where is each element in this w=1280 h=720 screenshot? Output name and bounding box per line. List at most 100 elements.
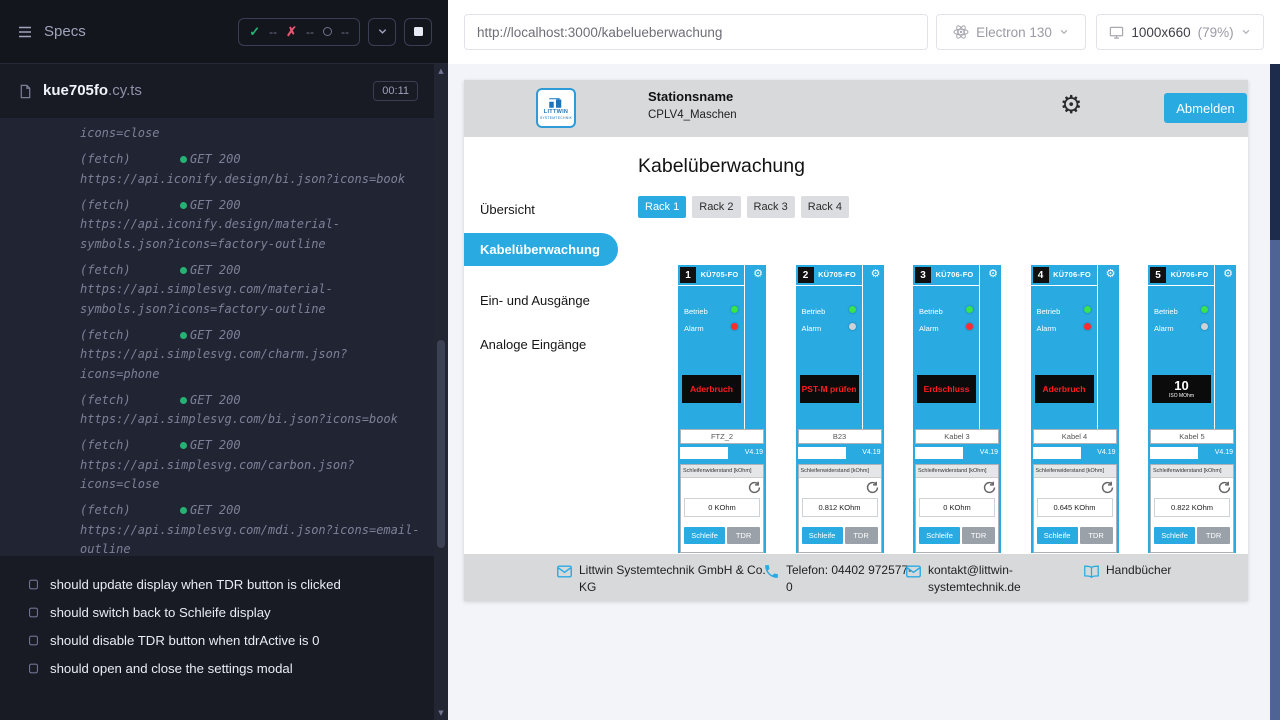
card-number-badge: 2	[798, 267, 814, 283]
schleife-button[interactable]: Schleife	[802, 527, 843, 544]
cable-name-field[interactable]: Kabel 5	[1150, 429, 1234, 444]
success-dot-icon	[180, 156, 187, 163]
refresh-icon[interactable]	[1218, 481, 1231, 494]
tdr-button[interactable]: TDR	[1080, 527, 1113, 544]
schleife-button[interactable]: Schleife	[684, 527, 725, 544]
refresh-icon[interactable]	[866, 481, 879, 494]
viewport-size: 1000x660	[1131, 25, 1190, 40]
cable-name-field[interactable]: Kabel 4	[1033, 429, 1117, 444]
rack-tab[interactable]: Rack 2	[692, 196, 740, 218]
log-entry[interactable]: (fetch)GET 200 https://api.iconify.desig…	[80, 150, 434, 189]
test-item[interactable]: should open and close the settings modal	[0, 654, 434, 682]
measurement-value: 0.645 KOhm	[1037, 498, 1113, 517]
card-divider-vertical	[1214, 265, 1215, 429]
window-scrollbar-thumb[interactable]	[1270, 64, 1280, 240]
measure-buttons: Schleife TDR	[919, 527, 995, 544]
electron-icon	[953, 24, 969, 40]
card-model-label: KÜ705-FO	[696, 270, 743, 279]
cable-name-field[interactable]: FTZ_2	[680, 429, 764, 444]
browser-select[interactable]: Electron 130	[936, 14, 1086, 50]
measurement-label: Schleifenwiderstand [kOhm]	[799, 465, 881, 478]
card-settings-gear-icon[interactable]: ⚙	[753, 268, 763, 279]
alarm-label: Alarm	[1154, 324, 1174, 333]
book-icon	[1083, 563, 1100, 580]
tdr-button[interactable]: TDR	[1197, 527, 1230, 544]
measurement-value: 0.822 KOhm	[1154, 498, 1230, 517]
schleife-button[interactable]: Schleife	[1154, 527, 1195, 544]
schleife-button[interactable]: Schleife	[1037, 527, 1078, 544]
log-entry[interactable]: (fetch)GET 200 https://api.simplesvg.com…	[80, 436, 434, 495]
spec-row: kue705fo.cy.ts 00:11	[0, 64, 434, 118]
scrollbar-down-arrow[interactable]: ▼	[434, 706, 448, 720]
failed-x-icon: ✗	[286, 24, 297, 40]
firmware-version: V4.19	[862, 449, 880, 456]
firmware-version: V4.19	[1215, 449, 1233, 456]
test-item[interactable]: should disable TDR button when tdrActive…	[0, 626, 434, 654]
rack-tab[interactable]: Rack 4	[801, 196, 849, 218]
stop-run-button[interactable]	[404, 18, 432, 46]
runner-header: Specs ✓ -- ✗ -- --	[0, 0, 448, 64]
scrollbar-thumb[interactable]	[437, 340, 445, 548]
alarm-led	[966, 323, 973, 330]
chevron-down-icon	[1059, 27, 1069, 37]
aut-toolbar: Electron 130 1000x660 (79%)	[448, 0, 1280, 64]
card-divider-vertical	[979, 265, 980, 429]
viewport-zoom: (79%)	[1198, 25, 1234, 40]
footer-contact-text: Handbücher	[1106, 562, 1171, 579]
spec-timer: 00:11	[373, 81, 418, 101]
test-item[interactable]: should switch back to Schleife display	[0, 598, 434, 626]
pending-count: --	[341, 25, 349, 39]
log-prefix: (fetch)	[80, 391, 180, 411]
command-log: icons=close (fetch)GET 200 https://api.i…	[0, 118, 434, 556]
card-status-display: Aderbruch	[682, 375, 741, 403]
sidebar-item[interactable]: Ein- und Ausgänge	[464, 286, 619, 316]
sidebar-item[interactable]: Kabelüberwachung	[464, 233, 618, 266]
log-entry[interactable]: (fetch)GET 200 https://api.simplesvg.com…	[80, 391, 434, 430]
specs-menu-icon[interactable]	[16, 23, 34, 41]
settings-gear-icon[interactable]: ⚙	[1060, 92, 1082, 117]
rack-tab[interactable]: Rack 3	[747, 196, 795, 218]
spec-file-icon	[18, 84, 33, 99]
test-item[interactable]: should update display when TDR button is…	[0, 570, 434, 598]
tdr-button[interactable]: TDR	[845, 527, 878, 544]
schleife-button[interactable]: Schleife	[919, 527, 960, 544]
log-entry[interactable]: icons=close	[80, 124, 434, 144]
cypress-runner-panel: Specs ✓ -- ✗ -- -- kue705fo.cy.ts 00:11	[0, 0, 448, 720]
log-entry[interactable]: (fetch)GET 200 https://api.iconify.desig…	[80, 196, 434, 255]
log-entry[interactable]: (fetch)GET 200 https://api.simplesvg.com…	[80, 261, 434, 320]
card-settings-gear-icon[interactable]: ⚙	[988, 268, 998, 279]
cable-name-field[interactable]: Kabel 3	[915, 429, 999, 444]
log-url: https://api.simplesvg.com/carbon.json?ic…	[80, 456, 434, 495]
collapse-chevron-button[interactable]	[368, 18, 396, 46]
footer-contact-item[interactable]: Handbücher	[1083, 562, 1171, 580]
scrollbar-up-arrow[interactable]: ▲	[434, 64, 448, 78]
betrieb-led	[731, 306, 738, 313]
log-entry[interactable]: (fetch)GET 200 https://api.simplesvg.com…	[80, 326, 434, 385]
url-input[interactable]	[464, 14, 928, 50]
refresh-icon[interactable]	[748, 481, 761, 494]
sidebar-item[interactable]: Übersicht	[464, 195, 619, 225]
success-dot-icon	[180, 507, 187, 514]
tdr-button[interactable]: TDR	[727, 527, 760, 544]
card-settings-gear-icon[interactable]: ⚙	[871, 268, 881, 279]
cable-name-field[interactable]: B23	[798, 429, 882, 444]
log-url: https://api.iconify.design/material-symb…	[80, 215, 434, 254]
spec-name[interactable]: kue705fo.cy.ts	[43, 82, 142, 100]
tdr-button[interactable]: TDR	[962, 527, 995, 544]
rack-tab[interactable]: Rack 1	[638, 196, 686, 218]
crane-building-icon	[547, 97, 565, 108]
footer-contact-item[interactable]: Telefon: 04402 972577-0	[763, 562, 916, 597]
alarm-led	[1201, 323, 1208, 330]
log-entry[interactable]: (fetch)GET 200 https://api.simplesvg.com…	[80, 501, 434, 556]
card-settings-gear-icon[interactable]: ⚙	[1106, 268, 1116, 279]
footer-contact-item[interactable]: Littwin Systemtechnik GmbH & Co. KG	[556, 562, 784, 597]
viewport-select[interactable]: 1000x660 (79%)	[1096, 14, 1264, 50]
footer-contact-item[interactable]: kontakt@littwin-systemtechnik.de	[905, 562, 1032, 597]
footer-contact-text: Telefon: 04402 972577-0	[786, 562, 916, 597]
refresh-icon[interactable]	[983, 481, 996, 494]
card-settings-gear-icon[interactable]: ⚙	[1223, 268, 1233, 279]
card-number-badge: 4	[1033, 267, 1049, 283]
sidebar-item[interactable]: Analoge Eingänge	[464, 330, 619, 360]
logout-button[interactable]: Abmelden	[1164, 93, 1247, 123]
refresh-icon[interactable]	[1101, 481, 1114, 494]
